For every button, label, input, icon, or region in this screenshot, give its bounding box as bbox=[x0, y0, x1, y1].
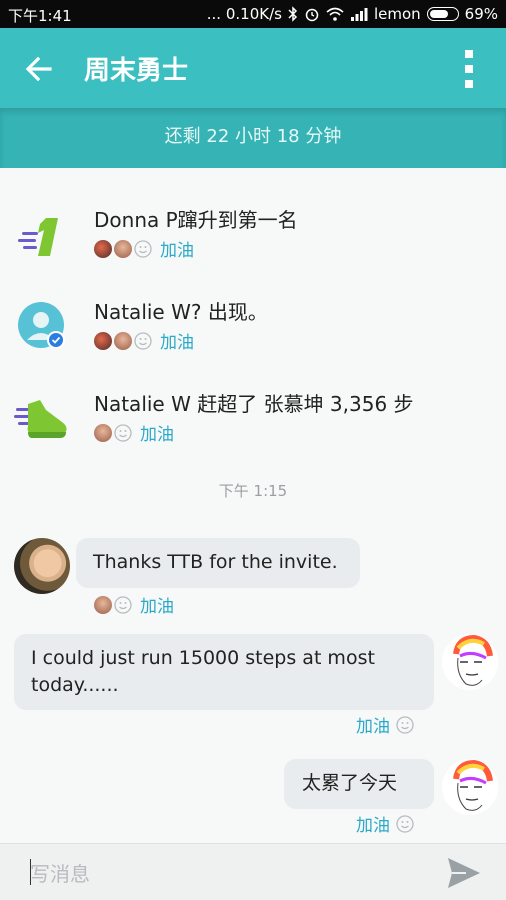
app-bar: 周末勇士 bbox=[0, 28, 506, 108]
avatar bbox=[114, 331, 132, 350]
sneaker-icon bbox=[14, 400, 67, 438]
cheer-button[interactable]: 加油 bbox=[160, 236, 194, 261]
message-bubble: 太累了今天 bbox=[284, 759, 434, 809]
my-avatar[interactable] bbox=[442, 759, 498, 815]
smiley-icon[interactable] bbox=[134, 239, 152, 258]
feed-text: Natalie W 赶超了 张慕坤 3,356 步 bbox=[94, 392, 414, 416]
feed-text: Natalie W? 出现。 bbox=[94, 300, 268, 324]
smiley-icon[interactable] bbox=[114, 595, 132, 614]
wifi-icon bbox=[326, 7, 344, 21]
more-vertical-icon[interactable] bbox=[462, 50, 476, 88]
message-bubble: I could just run 15000 steps at most tod… bbox=[14, 634, 434, 710]
timestamp: 下午 1:15 bbox=[218, 482, 288, 500]
message-composer: 写消息 bbox=[0, 843, 506, 900]
sender-avatar[interactable] bbox=[14, 538, 70, 594]
my-avatar[interactable] bbox=[442, 634, 498, 690]
feed-text: Donna P蹿升到第一名 bbox=[94, 208, 298, 232]
alarm-icon bbox=[305, 8, 319, 22]
status-bar: 下午1:41 ... 0.10K/s lemon 69% bbox=[0, 0, 506, 28]
battery-percent: 69% bbox=[464, 5, 498, 23]
message-bubble: Thanks TTB for the invite. bbox=[76, 538, 360, 588]
carrier-name: lemon bbox=[373, 5, 421, 23]
rank-one-icon bbox=[18, 218, 58, 256]
message-text: 太累了今天 bbox=[302, 772, 398, 794]
feed-item: Donna P蹿升到第一名 加油 bbox=[0, 204, 506, 284]
battery-icon bbox=[426, 7, 459, 21]
message-text-line: I could just run 15000 steps at most bbox=[31, 647, 375, 669]
avatar bbox=[94, 331, 112, 350]
avatar bbox=[94, 423, 112, 442]
feed-item: Natalie W? 出现。 加油 bbox=[0, 296, 506, 376]
smiley-icon[interactable] bbox=[396, 715, 414, 734]
network-speed: ... 0.10K/s bbox=[206, 5, 282, 23]
arrow-left-icon[interactable] bbox=[22, 52, 56, 86]
time-remaining: 还剩 22 小时 18 分钟 bbox=[0, 108, 506, 168]
smiley-icon[interactable] bbox=[114, 423, 132, 442]
page-title: 周末勇士 bbox=[84, 56, 189, 86]
message-input[interactable]: 写消息 bbox=[30, 858, 90, 887]
send-icon[interactable] bbox=[446, 856, 482, 890]
status-time: 下午1:41 bbox=[8, 7, 72, 25]
avatar bbox=[114, 239, 132, 258]
feed-item: Natalie W 赶超了 张慕坤 3,356 步 加油 bbox=[0, 388, 506, 468]
avatar bbox=[94, 239, 112, 258]
cheer-button[interactable]: 加油 bbox=[140, 420, 174, 445]
cheer-button[interactable]: 加油 bbox=[160, 328, 194, 353]
cheer-button[interactable]: 加油 bbox=[140, 592, 174, 617]
bluetooth-icon bbox=[288, 6, 298, 22]
cheer-button[interactable]: 加油 bbox=[356, 712, 390, 737]
message-text-line: today...... bbox=[31, 674, 119, 696]
smiley-icon[interactable] bbox=[396, 814, 414, 833]
avatar bbox=[94, 595, 112, 614]
smiley-icon[interactable] bbox=[134, 331, 152, 350]
user-verified-icon bbox=[18, 302, 65, 349]
signal-icon bbox=[350, 8, 368, 21]
message-text: Thanks TTB for the invite. bbox=[93, 551, 338, 573]
cheer-button[interactable]: 加油 bbox=[356, 811, 390, 836]
